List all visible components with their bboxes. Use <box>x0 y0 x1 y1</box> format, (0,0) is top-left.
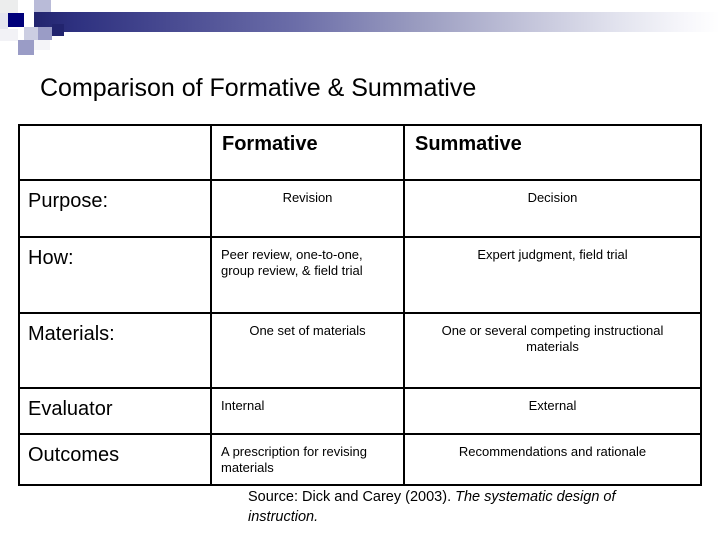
row-label-cell-outcomes: Outcomes <box>18 433 212 486</box>
cell-text-formative-how: Peer review, one-to-one, group review, &… <box>221 247 363 279</box>
cell-summative-evaluator: External <box>403 387 702 435</box>
row-label-cell-materials: Materials: <box>18 312 212 389</box>
cell-text-summative-materials: One or several competing instructional m… <box>441 323 664 355</box>
source-prefix: Source: Dick and Carey (2003). <box>248 489 456 505</box>
header-blank-label <box>20 126 210 133</box>
decor-square-mid-lower <box>18 40 34 55</box>
row-label-outcomes: Outcomes <box>28 444 120 466</box>
table-row: How: Peer review, one-to-one, group revi… <box>18 236 702 314</box>
table-header-row: Formative Summative <box>18 124 702 181</box>
table-row: Materials: One set of materials One or s… <box>18 312 702 389</box>
decor-square-pale-top <box>0 0 18 14</box>
cell-formative-outcomes: A prescription for revising materials <box>210 433 405 486</box>
cell-text-formative-outcomes: A prescription for revising materials <box>221 444 367 476</box>
row-label-purpose: Purpose: <box>28 190 109 212</box>
row-label-materials: Materials: <box>28 323 115 345</box>
cell-text-summative-purpose: Decision <box>527 190 578 205</box>
decor-square-navy-right <box>52 24 64 36</box>
decor-square-light-mid <box>24 27 38 40</box>
cell-text-formative-purpose: Revision <box>282 190 333 205</box>
slide-header-decoration <box>0 0 720 56</box>
header-summative-label: Summative <box>415 133 522 155</box>
decor-square-white-gap <box>24 13 34 27</box>
decor-square-mid-upper <box>34 0 51 12</box>
cell-summative-outcomes: Recommendations and rationale <box>403 433 702 486</box>
decor-square-pale-lower <box>0 29 18 41</box>
decor-square-pale-bottom <box>34 40 50 50</box>
row-label-evaluator: Evaluator <box>28 398 113 420</box>
comparison-table: Formative Summative Purpose: Revision De… <box>18 124 702 486</box>
cell-formative-purpose: Revision <box>210 179 405 238</box>
header-cell-summative: Summative <box>403 124 702 181</box>
cell-summative-materials: One or several competing instructional m… <box>403 312 702 389</box>
table-row: Purpose: Revision Decision <box>18 179 702 238</box>
header-cell-formative: Formative <box>210 124 405 181</box>
header-cell-blank <box>18 124 212 181</box>
cell-text-summative-how: Expert judgment, field trial <box>477 247 628 262</box>
table-row: Evaluator Internal External <box>18 387 702 435</box>
row-label-cell-evaluator: Evaluator <box>18 387 212 435</box>
decor-square-pale-left <box>0 13 8 29</box>
cell-text-summative-outcomes: Recommendations and rationale <box>458 444 647 459</box>
decor-square-navy-main <box>8 13 24 27</box>
cell-formative-materials: One set of materials <box>210 312 405 389</box>
cell-summative-how: Expert judgment, field trial <box>403 236 702 314</box>
row-label-how: How: <box>28 247 74 269</box>
source-citation: Source: Dick and Carey (2003). The syste… <box>248 488 688 527</box>
decor-square-mid-center <box>38 27 52 40</box>
cell-text-summative-evaluator: External <box>528 398 577 413</box>
row-label-cell-purpose: Purpose: <box>18 179 212 238</box>
cell-text-formative-materials: One set of materials <box>249 323 366 338</box>
cell-formative-how: Peer review, one-to-one, group review, &… <box>210 236 405 314</box>
row-label-cell-how: How: <box>18 236 212 314</box>
decor-square-light-upper <box>18 0 34 14</box>
cell-summative-purpose: Decision <box>403 179 702 238</box>
cell-formative-evaluator: Internal <box>210 387 405 435</box>
table-row: Outcomes A prescription for revising mat… <box>18 433 702 486</box>
gradient-bar <box>34 12 720 32</box>
page-title: Comparison of Formative & Summative <box>40 74 477 102</box>
cell-text-formative-evaluator: Internal <box>221 398 265 413</box>
header-formative-label: Formative <box>222 133 318 155</box>
